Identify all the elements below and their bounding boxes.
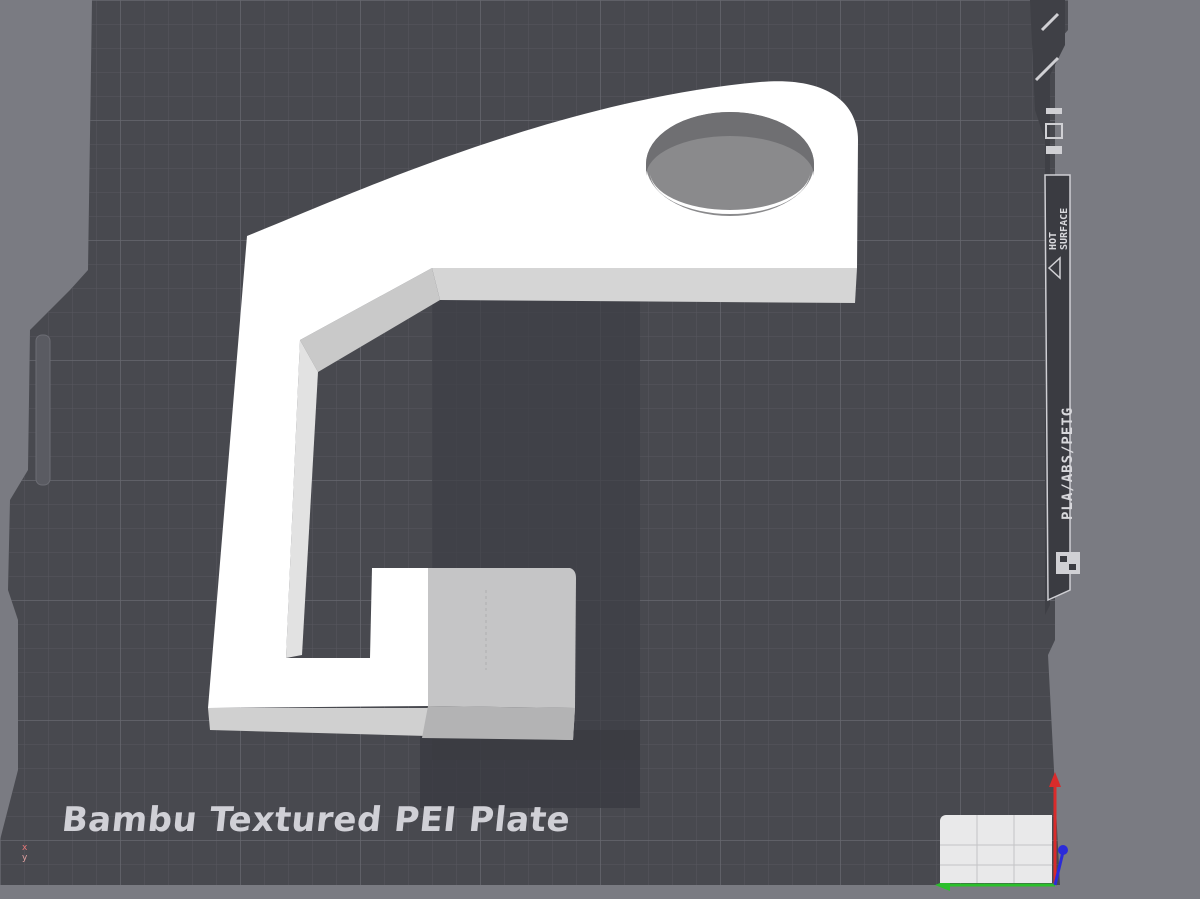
plate-name-label: Bambu Textured PEI Plate — [59, 800, 573, 840]
mini-axis-x: x — [22, 843, 28, 853]
hot-surface-line-1: HOT — [1048, 231, 1059, 250]
mini-axis-labels: x y — [22, 843, 27, 863]
build-plate-viewport[interactable] — [0, 0, 1200, 899]
plate-handle — [35, 334, 51, 486]
bambu-logo-icon — [1056, 552, 1080, 574]
hot-surface-line-2: SURFACE — [1059, 207, 1070, 250]
selected-part[interactable] — [422, 568, 576, 740]
mini-axis-y: y — [22, 853, 28, 863]
hot-surface-warning: HOT SURFACE — [1048, 208, 1070, 250]
plate-material-label: PLA/ABS/PETG — [1060, 406, 1076, 520]
orientation-cube-icon[interactable] — [940, 815, 1055, 883]
view-cube-grid — [940, 815, 1052, 883]
